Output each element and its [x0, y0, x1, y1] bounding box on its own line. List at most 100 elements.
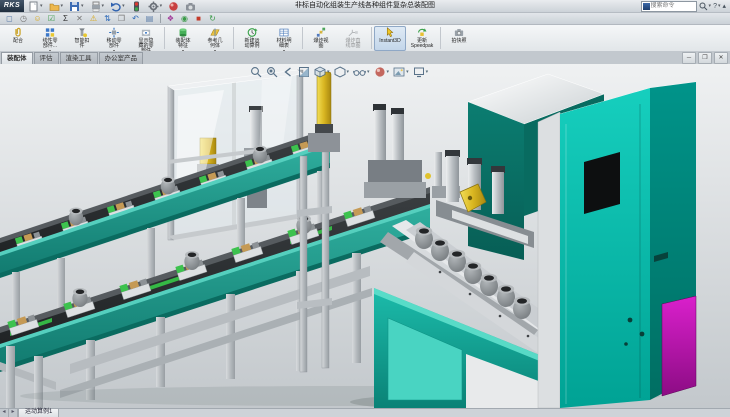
ribbon-separator — [302, 27, 303, 49]
appearance-sphere-icon — [374, 66, 386, 78]
edit-appearance-button[interactable] — [166, 0, 181, 13]
tool-icon[interactable]: ⇅ — [101, 13, 114, 25]
zoom-fit-icon — [250, 66, 262, 78]
bill-of-materials-button[interactable]: 材料明 细表 ▾ — [268, 26, 300, 51]
tab-assembly[interactable]: 装配体 — [1, 52, 33, 64]
tool-icon[interactable]: ↶ — [129, 13, 142, 25]
ribbon-separator — [233, 27, 234, 49]
help-button[interactable]: ? ▾ — [713, 1, 720, 12]
new-motion-study-button[interactable]: 新建运 动算例 — [236, 26, 268, 51]
tool-icon[interactable]: ✕ — [73, 13, 86, 25]
section-view-button[interactable] — [296, 65, 312, 78]
tool-icon[interactable]: ⚠ — [87, 13, 100, 25]
command-manager-ribbon: 配合 线性零 部件... ▾ 智能扣 件 移动零 部件 ▾ 显示隐 藏的零 部件… — [0, 25, 730, 51]
exploded-view-icon — [314, 27, 328, 38]
assembly-3d-render[interactable] — [0, 64, 730, 408]
rebuild-button[interactable] — [129, 0, 144, 13]
view-settings-button[interactable]: ▾ — [411, 65, 431, 78]
tool-icon[interactable]: Σ — [59, 13, 72, 25]
help-glyph: ? — [713, 3, 717, 10]
explode-line-sketch-icon — [346, 27, 360, 38]
save-button[interactable]: ▾ — [67, 0, 86, 13]
print-button[interactable]: ▾ — [88, 0, 107, 13]
linear-component-pattern-button[interactable]: 线性零 部件... ▾ — [34, 26, 66, 51]
command-manager-tabs: 装配体 评估 渲染工具 办公室产品 ─ ❐ ✕ — [0, 51, 730, 65]
previous-view-button[interactable] — [280, 65, 296, 78]
document-title: 非标自动化组装生产线各种组件复杂总装配图 — [295, 0, 435, 12]
save-floppy-icon — [69, 1, 80, 12]
zoom-to-fit-button[interactable] — [248, 65, 264, 78]
display-style-button[interactable]: ▾ — [332, 65, 352, 78]
tool-icon[interactable]: ❐ — [115, 13, 128, 25]
tab-office-products[interactable]: 办公室产品 — [99, 52, 144, 64]
tool-icon[interactable]: ◉ — [178, 13, 191, 25]
toolbar-separator — [160, 14, 161, 23]
mate-button[interactable]: 配合 — [2, 26, 34, 51]
tool-icon[interactable]: ■ — [192, 13, 205, 25]
hide-show-items-button[interactable]: ▾ — [351, 65, 372, 78]
assembly-features-button[interactable]: 装配体 特征 ▾ — [167, 26, 199, 51]
open-document-button[interactable]: ▾ — [47, 0, 66, 13]
reference-geometry-button[interactable]: 参考几 何体 ▾ — [199, 26, 231, 51]
update-speedpak-icon — [415, 27, 429, 38]
tool-icon[interactable]: ◻ — [3, 13, 16, 25]
chevron-down-icon: ▾ — [81, 1, 84, 12]
move-component-button[interactable]: 移动零 部件 ▾ — [98, 26, 130, 51]
search-magnifier-button[interactable]: ▾ — [699, 1, 712, 12]
chevron-down-icon: ▾ — [718, 1, 721, 12]
bom-table-icon — [277, 27, 291, 38]
show-hidden-icon — [139, 27, 153, 38]
take-snapshot-button[interactable]: 拍快照 — [443, 26, 475, 51]
zoom-to-area-button[interactable] — [264, 65, 280, 78]
heads-up-view-toolbar: ▾ ▾ ▾ ▾ ▾ ▾ — [248, 65, 430, 78]
chevron-down-icon: ▾ — [387, 69, 390, 75]
collapse-menubar-button[interactable]: ▴ — [722, 2, 726, 10]
solidworks-logo[interactable]: RKS — [0, 0, 24, 12]
ribbon-separator — [164, 27, 165, 49]
smart-fasteners-button[interactable]: 智能扣 件 — [66, 26, 98, 51]
document-close-button[interactable]: ✕ — [714, 52, 728, 64]
tab-render-tools[interactable]: 渲染工具 — [60, 52, 98, 64]
magenta-panel[interactable] — [662, 296, 696, 396]
tool-icon[interactable]: ❖ — [164, 13, 177, 25]
custom-toolbar: ◻ ◷ ☺ ☑ Σ ✕ ⚠ ⇅ ❐ ↶ ▤ ❖ ◉ ■ ↻ — [0, 13, 730, 25]
mate-icon — [11, 27, 25, 38]
reference-geometry-icon — [208, 27, 222, 38]
options-button[interactable]: ▾ — [146, 0, 165, 13]
search-input[interactable] — [650, 2, 695, 10]
view-orientation-button[interactable]: ▾ — [312, 65, 332, 78]
search-box[interactable] — [641, 1, 697, 12]
show-hidden-components-button[interactable]: 显示隐 藏的零 部件 — [130, 26, 162, 51]
instant3d-button[interactable]: Instant3D — [374, 26, 406, 51]
chevron-down-icon: ▾ — [160, 1, 163, 12]
zoom-area-icon — [266, 66, 278, 78]
chevron-down-icon: ▾ — [709, 1, 712, 12]
graphics-viewport[interactable]: ▾ ▾ ▾ ▾ ▾ ▾ — [0, 64, 730, 408]
assembly-features-icon — [176, 27, 190, 38]
tool-icon[interactable]: ☑ — [45, 13, 58, 25]
capture-button[interactable] — [183, 0, 198, 13]
undo-button[interactable]: ▾ — [108, 0, 127, 13]
exploded-view-button[interactable]: 爆炸视 图 — [305, 26, 337, 51]
new-document-button[interactable]: ▾ — [26, 0, 45, 13]
section-view-icon — [298, 66, 310, 78]
tool-icon[interactable]: ☺ — [31, 13, 44, 25]
control-cabinet-teal[interactable] — [560, 82, 696, 408]
document-minimize-button[interactable]: ─ — [682, 52, 696, 64]
document-restore-button[interactable]: ❐ — [698, 52, 712, 64]
tool-icon[interactable]: ▤ — [143, 13, 156, 25]
tab-evaluate[interactable]: 评估 — [34, 52, 59, 64]
tool-icon[interactable]: ◷ — [17, 13, 30, 25]
display-style-icon — [334, 66, 346, 78]
gear-icon — [148, 1, 159, 12]
explode-line-sketch-button[interactable]: 爆炸直 线草图 — [337, 26, 369, 51]
tool-icon[interactable]: ↻ — [206, 13, 219, 25]
scene-image-icon — [393, 66, 405, 78]
apply-scene-button[interactable]: ▾ — [391, 65, 411, 78]
update-speedpak-button[interactable]: 更新 Speedpak — [406, 26, 438, 51]
edit-appearance-hud-button[interactable]: ▾ — [372, 65, 392, 78]
eyeglasses-icon — [353, 66, 366, 78]
instant3d-cursor-icon — [383, 27, 397, 38]
white-side-panel[interactable] — [538, 112, 560, 408]
undo-arrow-icon — [110, 1, 121, 12]
